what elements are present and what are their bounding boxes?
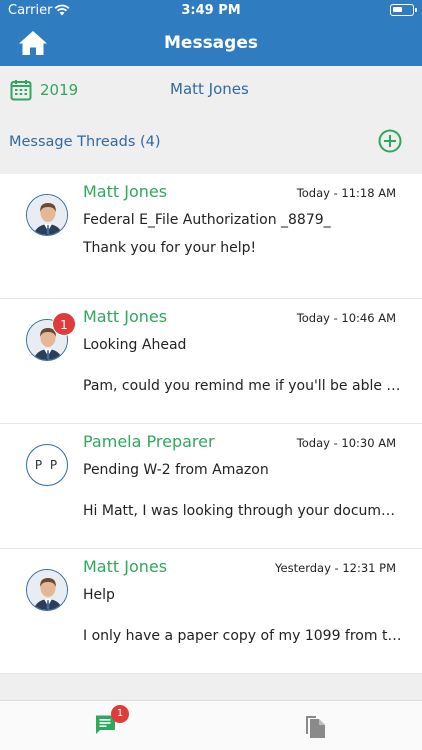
message-time: Yesterday - 12:31 PM xyxy=(275,561,396,575)
message-preview: Pam, could you remind me if you'll be ab… xyxy=(83,378,403,394)
status-bar: Carrier 3:49 PM xyxy=(0,0,422,22)
avatar xyxy=(26,194,68,236)
list-footer xyxy=(0,674,422,700)
message-subject: Federal E_File Authorization _8879_ xyxy=(83,212,331,228)
app-header: Carrier 3:49 PM Messages xyxy=(0,0,422,66)
clock: 3:49 PM xyxy=(181,3,241,18)
calendar-icon xyxy=(10,80,32,101)
message-subject: Pending W-2 from Amazon xyxy=(83,462,269,478)
documents-icon[interactable] xyxy=(305,713,327,739)
tab-bar: 1 xyxy=(0,700,422,750)
sender-name: Matt Jones xyxy=(83,182,168,201)
list-item[interactable]: P P Pamela Preparer Today - 10:30 AM Pen… xyxy=(0,424,422,549)
sender-name: Matt Jones xyxy=(83,557,168,576)
message-preview: Thank you for your help! xyxy=(83,240,257,256)
person-photo-icon xyxy=(27,570,67,610)
list-item[interactable]: Matt Jones Today - 11:18 AM Federal E_Fi… xyxy=(0,174,422,299)
tab-unread-badge: 1 xyxy=(111,705,129,723)
sender-name: Pamela Preparer xyxy=(83,432,215,451)
list-item[interactable]: Matt Jones Yesterday - 12:31 PM Help I o… xyxy=(0,549,422,674)
message-time: Today - 10:30 AM xyxy=(296,436,396,450)
sender-name: Matt Jones xyxy=(83,307,168,326)
unread-badge: 1 xyxy=(52,312,76,336)
message-time: Today - 11:18 AM xyxy=(296,186,396,200)
message-list: Matt Jones Today - 11:18 AM Federal E_Fi… xyxy=(0,174,422,674)
person-photo-icon xyxy=(27,195,67,235)
client-name[interactable]: Matt Jones xyxy=(170,80,249,98)
message-time: Today - 10:46 AM xyxy=(296,311,396,325)
avatar-initials: P P xyxy=(34,458,60,472)
list-item[interactable]: 1 Matt Jones Today - 10:46 AM Looking Ah… xyxy=(0,299,422,424)
avatar xyxy=(26,569,68,611)
avatar: P P xyxy=(26,444,68,486)
message-subject: Looking Ahead xyxy=(83,337,187,353)
page-title: Messages xyxy=(164,33,258,53)
message-preview: I only have a paper copy of my 1099 from… xyxy=(83,628,403,644)
message-subject: Help xyxy=(83,587,115,603)
add-circle-icon[interactable] xyxy=(378,129,402,153)
battery-icon xyxy=(390,4,417,16)
year-label: 2019 xyxy=(40,81,79,99)
year-selector[interactable]: 2019 xyxy=(10,78,78,102)
threads-heading: Message Threads (4) xyxy=(9,134,161,150)
message-preview: Hi Matt, I was looking through your docu… xyxy=(83,503,403,519)
